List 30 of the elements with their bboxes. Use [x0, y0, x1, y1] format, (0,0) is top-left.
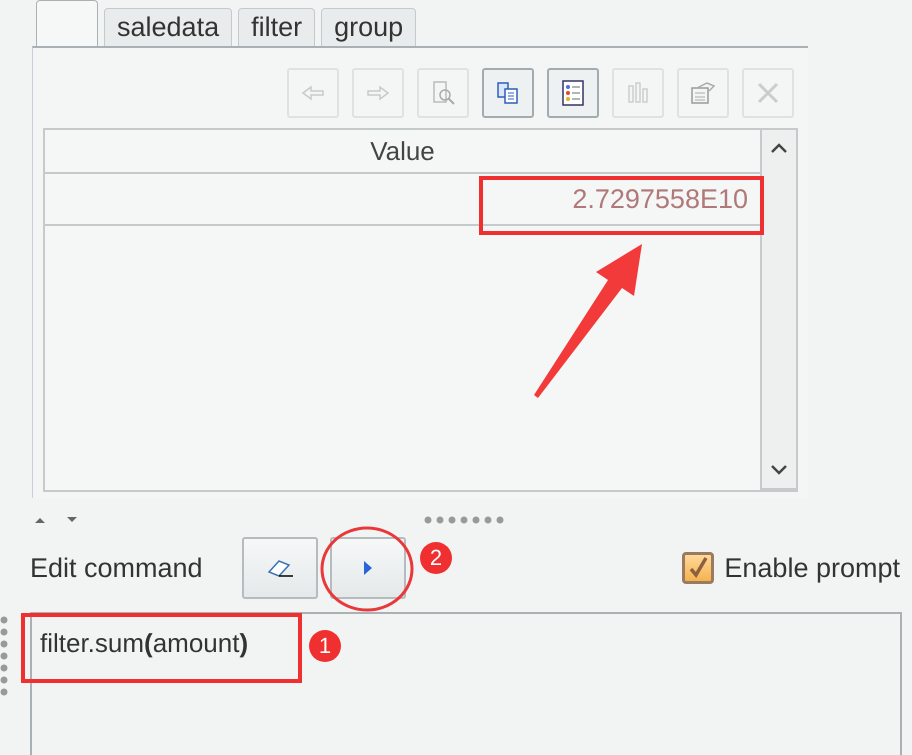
command-text: filter.sum(amount) [40, 628, 248, 658]
tab[interactable]: saledata [104, 8, 232, 46]
toolbar-button[interactable] [547, 68, 599, 118]
eraser-icon [265, 557, 295, 579]
crossed-tools-icon [755, 80, 781, 106]
right-arrow-icon [366, 85, 390, 101]
grip-icon[interactable] [0, 616, 8, 696]
form-icon [689, 80, 717, 106]
checkbox[interactable] [682, 552, 714, 584]
tab[interactable]: group [321, 8, 416, 46]
collapse-down-icon[interactable] [66, 516, 78, 524]
tab[interactable]: filter [238, 8, 316, 46]
clear-button[interactable] [242, 537, 318, 599]
collapse-up-icon[interactable] [34, 516, 46, 524]
edit-command-label: Edit command [30, 552, 204, 584]
grip-icon[interactable] [424, 516, 506, 524]
table-cell-text: 2.7297558E10 [572, 184, 749, 214]
scrollbar[interactable] [760, 130, 798, 490]
copy-icon [495, 80, 521, 106]
left-arrow-icon [301, 85, 325, 101]
tab[interactable] [36, 0, 98, 46]
step-badge: 2 [420, 542, 452, 574]
column-header: Value [45, 130, 760, 174]
enable-prompt-checkbox[interactable]: Enable prompt [682, 552, 900, 584]
list-icon [560, 79, 586, 107]
play-icon [362, 559, 374, 577]
toolbar-button[interactable] [482, 68, 534, 118]
run-button[interactable] [330, 537, 406, 599]
scroll-down-icon[interactable] [770, 464, 788, 476]
scroll-up-icon[interactable] [770, 142, 788, 154]
